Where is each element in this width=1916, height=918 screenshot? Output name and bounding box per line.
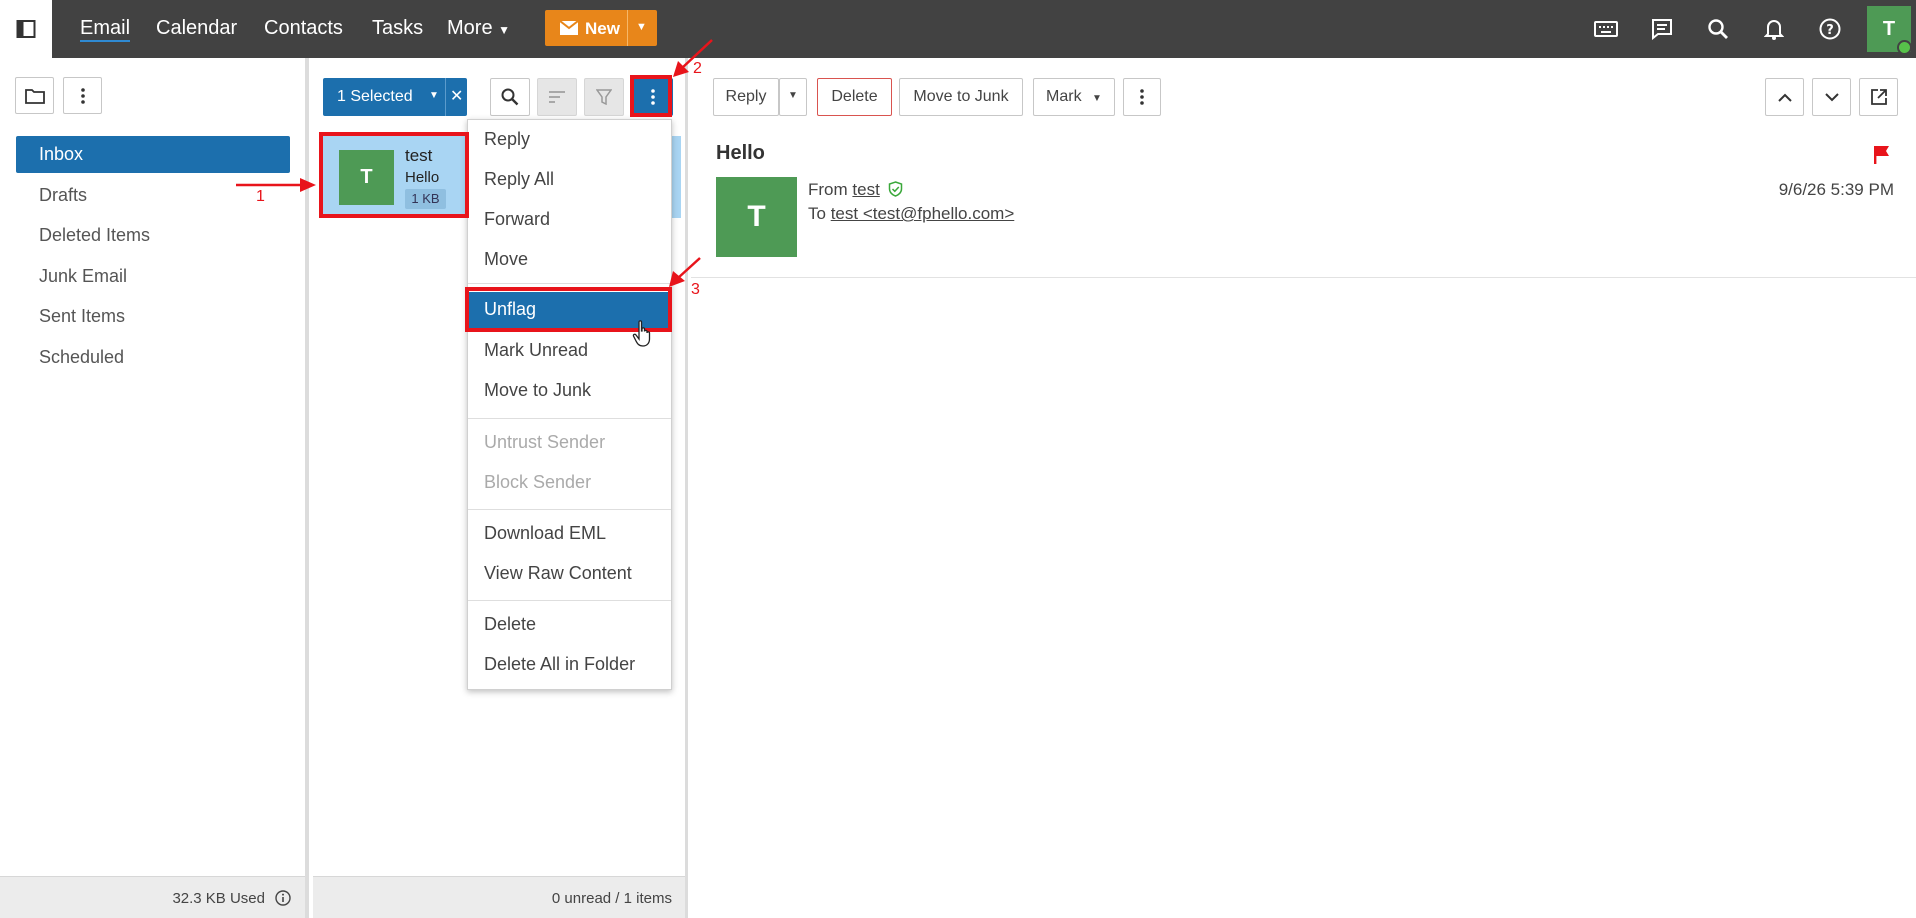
annotation-number-2: 2 xyxy=(693,60,702,77)
annotation-number-3: 3 xyxy=(691,281,700,298)
hand-cursor-icon xyxy=(632,320,651,347)
annotation-arrow-1 xyxy=(236,178,316,192)
annotation-number-1: 1 xyxy=(256,188,265,205)
annotation-arrows xyxy=(236,39,713,287)
